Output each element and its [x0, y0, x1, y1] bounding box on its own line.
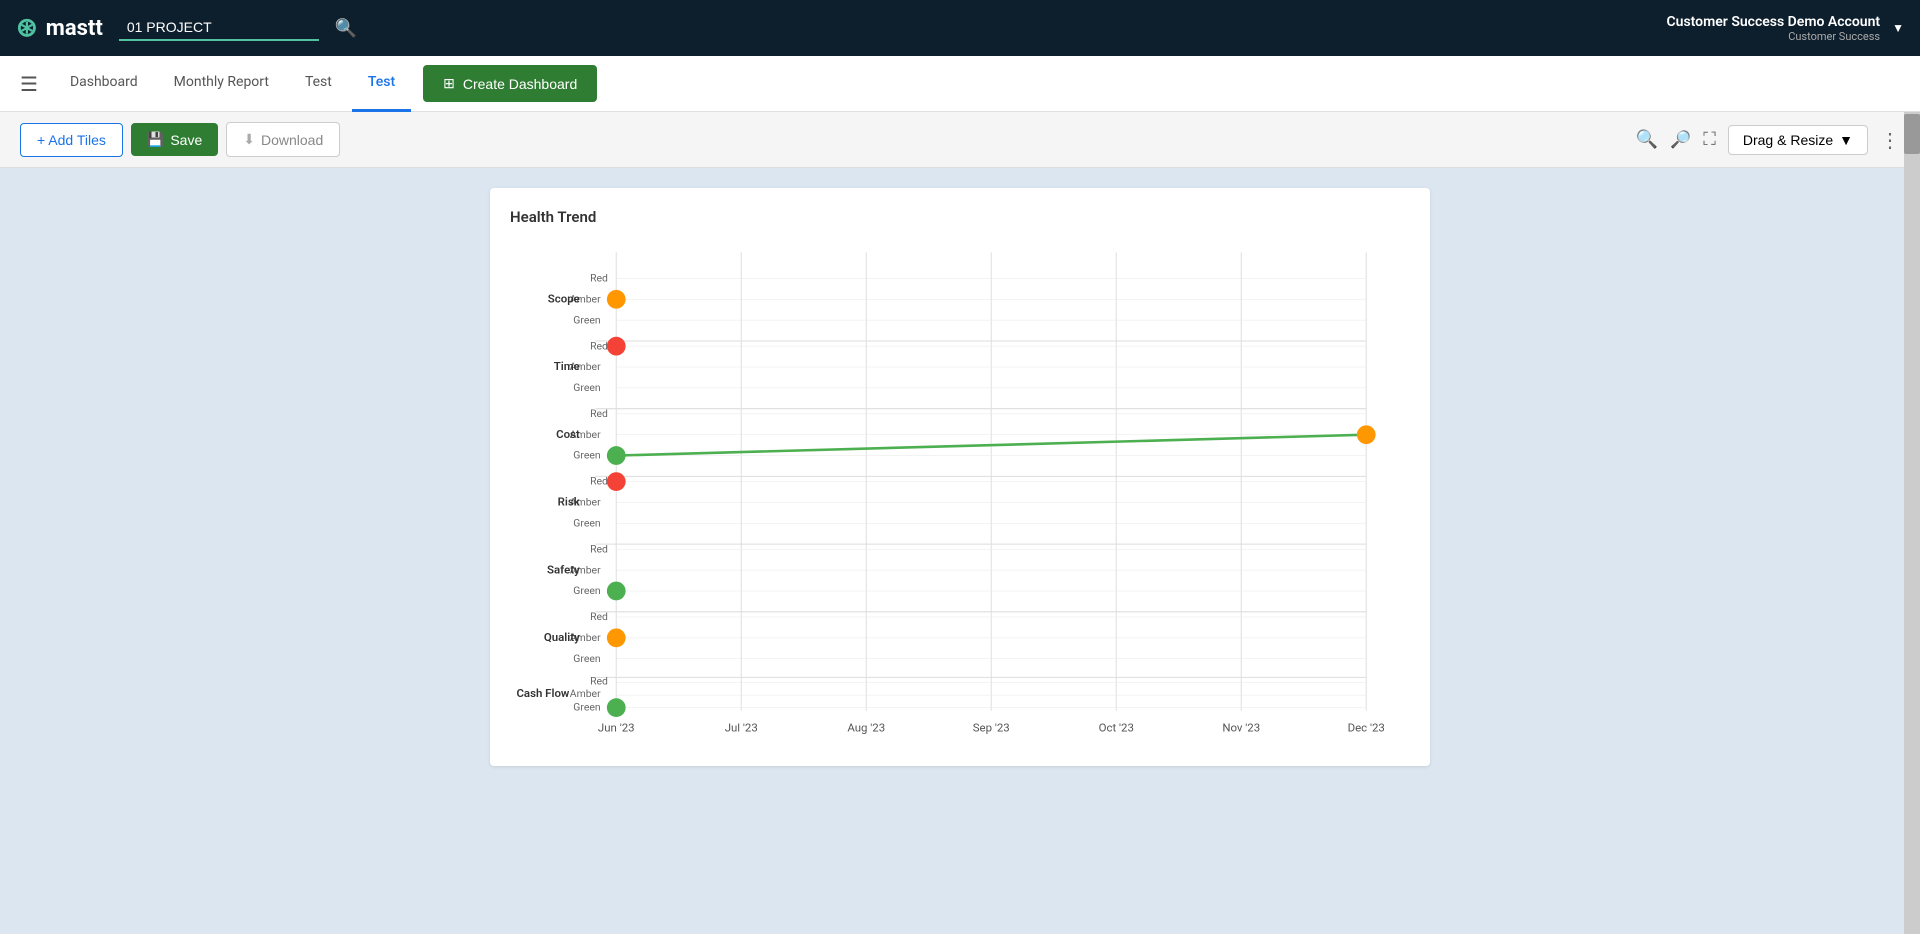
- svg-text:Scope: Scope: [548, 291, 580, 305]
- svg-text:Cash Flow: Cash Flow: [516, 686, 569, 700]
- project-selector[interactable]: [119, 15, 319, 41]
- main-content: Health Trend Red Amber Green: [0, 168, 1920, 934]
- logo-text: mastt: [46, 16, 103, 41]
- svg-text:Safety: Safety: [547, 562, 580, 576]
- svg-text:Green: Green: [573, 584, 601, 597]
- svg-text:Green: Green: [573, 701, 601, 714]
- cashflow-green-point: [607, 698, 626, 717]
- tab-monthly-report[interactable]: Monthly Report: [158, 56, 285, 112]
- toolbar-left: + Add Tiles 💾 Save ⬇ Download: [20, 122, 1628, 157]
- toolbar: + Add Tiles 💾 Save ⬇ Download 🔍 🔎 ⛶ Drag…: [0, 112, 1920, 168]
- hamburger-menu[interactable]: ☰: [20, 72, 38, 96]
- zoom-out-icon[interactable]: 🔎: [1670, 130, 1691, 150]
- svg-text:Amber: Amber: [570, 687, 601, 700]
- svg-text:Dec '23: Dec '23: [1348, 721, 1385, 735]
- quality-amber-point: [607, 628, 626, 647]
- top-nav-left: ⊛ mastt 🔍: [16, 13, 357, 43]
- svg-text:Jun '23: Jun '23: [598, 721, 635, 735]
- zoom-in-icon[interactable]: 🔍: [1636, 129, 1658, 150]
- svg-text:Time: Time: [554, 359, 580, 373]
- chart-title: Health Trend: [510, 208, 1410, 226]
- svg-text:Red: Red: [590, 610, 608, 623]
- download-button[interactable]: ⬇ Download: [226, 122, 340, 157]
- health-trend-svg: Red Amber Green Scope Red Amber Green Ti…: [510, 242, 1410, 742]
- tab-dashboard[interactable]: Dashboard: [54, 56, 154, 112]
- scrollbar-thumb[interactable]: [1904, 114, 1920, 154]
- toolbar-right: 🔍 🔎 ⛶ Drag & Resize ▼ ⋮: [1636, 125, 1900, 155]
- svg-text:Quality: Quality: [544, 630, 580, 644]
- sub-navigation: ☰ Dashboard Monthly Report Test Test ⊞ C…: [0, 56, 1920, 112]
- account-dropdown-arrow[interactable]: ▼: [1892, 21, 1904, 35]
- search-icon[interactable]: 🔍: [335, 18, 357, 39]
- health-trend-chart-container: Health Trend Red Amber Green: [490, 188, 1430, 766]
- safety-green-point: [607, 582, 626, 601]
- svg-text:Green: Green: [573, 449, 601, 462]
- account-sub: Customer Success: [1666, 30, 1880, 43]
- fullscreen-icon[interactable]: ⛶: [1703, 129, 1716, 150]
- svg-text:Green: Green: [573, 516, 601, 529]
- dropdown-arrow-icon: ▼: [1839, 132, 1853, 148]
- svg-text:Aug '23: Aug '23: [847, 721, 885, 735]
- account-info: Customer Success Demo Account Customer S…: [1666, 14, 1880, 43]
- svg-text:Green: Green: [573, 313, 601, 326]
- svg-text:Sep '23: Sep '23: [973, 721, 1010, 735]
- cost-amber-end: [1357, 425, 1376, 444]
- logo: ⊛ mastt: [16, 13, 103, 43]
- right-scrollbar[interactable]: [1904, 112, 1920, 934]
- svg-text:Cost: Cost: [556, 427, 580, 441]
- create-dashboard-button[interactable]: ⊞ Create Dashboard: [423, 65, 597, 102]
- logo-icon: ⊛: [16, 13, 38, 43]
- svg-text:Jul '23: Jul '23: [725, 721, 758, 735]
- drag-resize-button[interactable]: Drag & Resize ▼: [1728, 125, 1868, 155]
- tab-test-1[interactable]: Test: [289, 56, 348, 112]
- scope-amber-point: [607, 290, 626, 309]
- svg-text:Red: Red: [590, 542, 608, 555]
- download-icon: ⬇: [243, 131, 255, 148]
- grid-icon: ⊞: [443, 75, 455, 92]
- tab-test-2[interactable]: Test: [352, 56, 411, 112]
- svg-text:Red: Red: [590, 475, 608, 488]
- svg-text:Green: Green: [573, 381, 601, 394]
- svg-text:Red: Red: [590, 675, 608, 688]
- top-nav-right: Customer Success Demo Account Customer S…: [1666, 14, 1904, 43]
- svg-text:Nov '23: Nov '23: [1222, 721, 1260, 735]
- save-icon: 💾: [147, 131, 164, 148]
- svg-text:Oct '23: Oct '23: [1099, 721, 1134, 735]
- chart-area: Red Amber Green Scope Red Amber Green Ti…: [510, 242, 1410, 746]
- time-red-point: [607, 337, 626, 356]
- save-button[interactable]: 💾 Save: [131, 123, 218, 156]
- svg-text:Red: Red: [590, 407, 608, 420]
- add-tiles-button[interactable]: + Add Tiles: [20, 123, 123, 157]
- svg-text:Red: Red: [590, 339, 608, 352]
- account-name: Customer Success Demo Account: [1666, 14, 1880, 30]
- risk-red-point: [607, 472, 626, 491]
- svg-text:Green: Green: [573, 652, 601, 665]
- svg-text:Red: Red: [590, 272, 608, 285]
- more-options-button[interactable]: ⋮: [1880, 128, 1900, 152]
- top-navigation: ⊛ mastt 🔍 Customer Success Demo Account …: [0, 0, 1920, 56]
- svg-text:Risk: Risk: [558, 495, 581, 509]
